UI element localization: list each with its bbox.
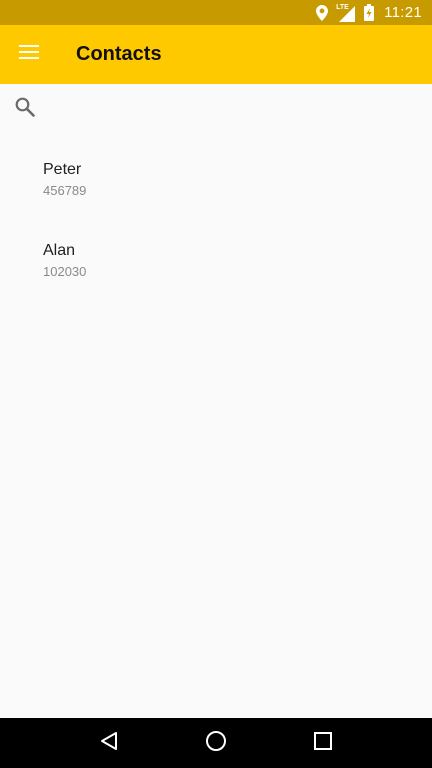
search-bar bbox=[0, 84, 432, 134]
search-icon bbox=[15, 97, 35, 122]
location-icon bbox=[316, 4, 329, 21]
search-button[interactable] bbox=[0, 84, 50, 134]
recents-button[interactable] bbox=[299, 719, 347, 767]
clock: 11:21 bbox=[384, 4, 422, 21]
search-input[interactable] bbox=[50, 88, 432, 130]
lte-signal-icon: LTE bbox=[336, 4, 356, 22]
contact-item-peter[interactable]: Peter 456789 bbox=[0, 150, 432, 231]
app-bar: Contacts bbox=[0, 25, 432, 84]
contacts-list: Peter 456789 Alan 102030 bbox=[0, 150, 432, 312]
contact-name: Alan bbox=[43, 242, 76, 259]
home-button[interactable] bbox=[192, 719, 240, 767]
recents-icon bbox=[313, 731, 332, 755]
status-bar: LTE 11:21 bbox=[0, 0, 432, 25]
back-button[interactable] bbox=[85, 719, 133, 767]
hamburger-menu-icon bbox=[19, 45, 39, 64]
contact-name: Peter bbox=[43, 161, 82, 178]
contact-item-alan[interactable]: Alan 102030 bbox=[0, 231, 432, 312]
back-icon bbox=[100, 731, 118, 756]
battery-charging-icon bbox=[364, 4, 375, 21]
page-title: Contacts bbox=[76, 43, 162, 65]
contact-number: 456789 bbox=[43, 183, 87, 198]
home-icon bbox=[205, 730, 227, 757]
navigation-bar bbox=[0, 718, 432, 768]
menu-button[interactable] bbox=[1, 27, 57, 83]
contact-number: 102030 bbox=[43, 264, 87, 279]
